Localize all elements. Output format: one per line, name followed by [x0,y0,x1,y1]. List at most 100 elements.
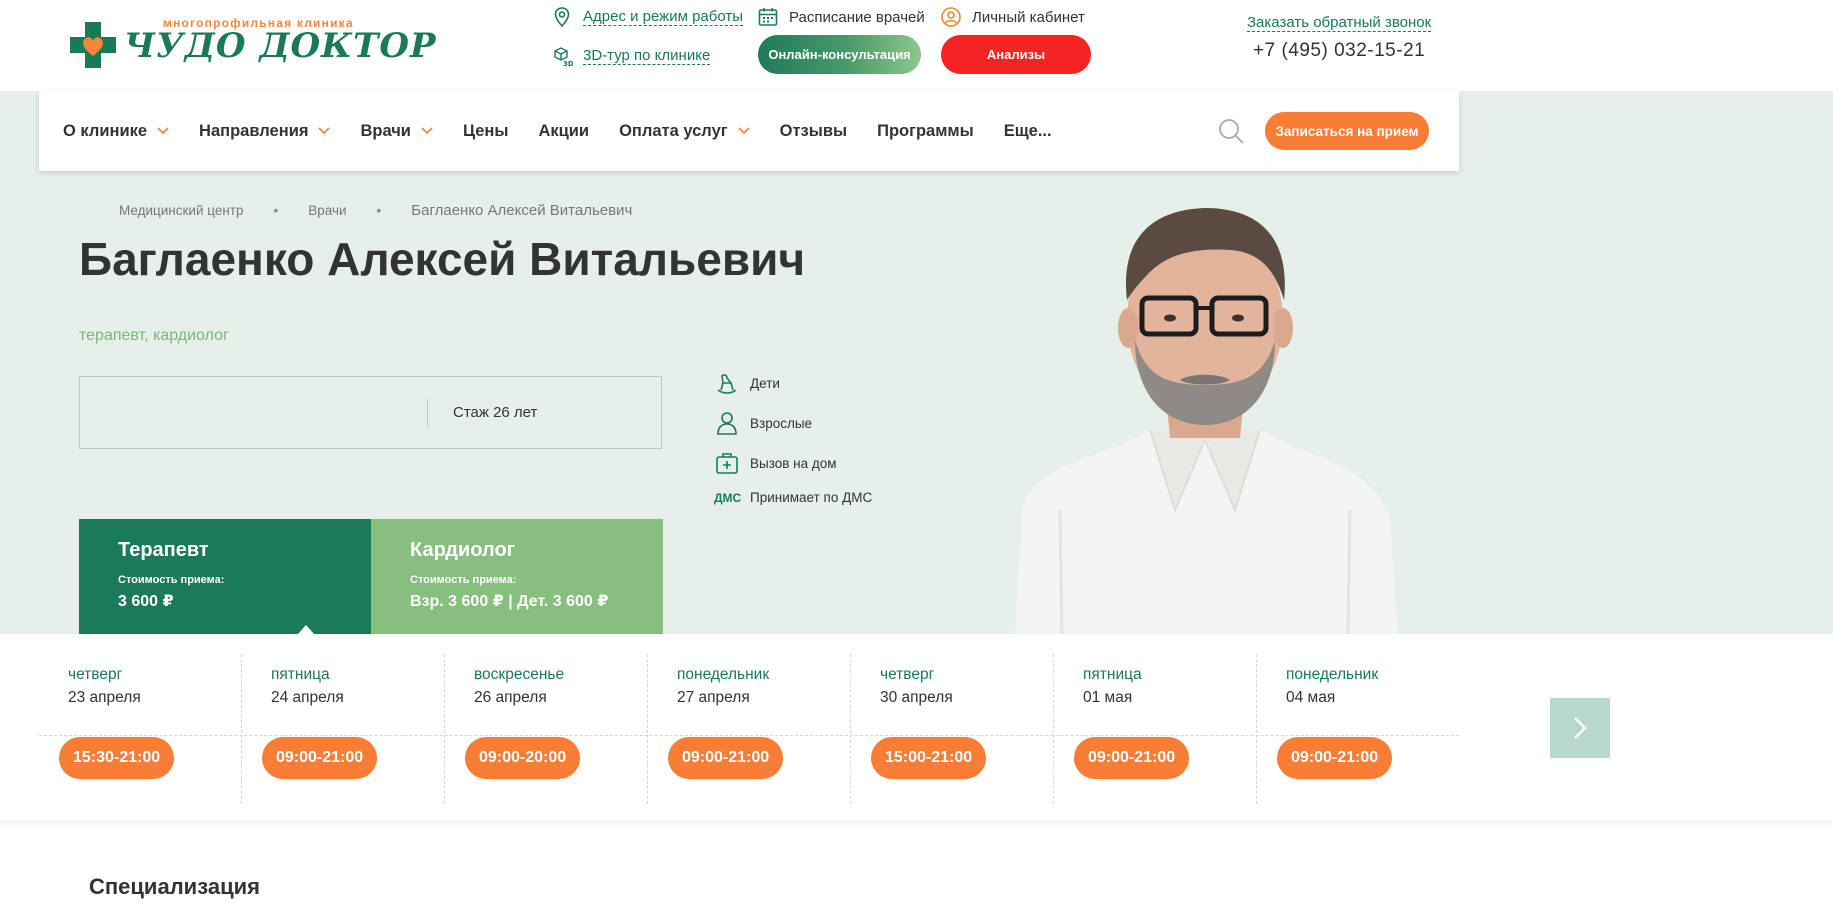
address-link-label: Адрес и режим работы [583,8,744,26]
nav-item-label: Еще... [1003,121,1052,140]
3d-tour-link[interactable]: 3D 3D-тур по клинике [551,45,711,67]
doctors-schedule-label: Расписание врачей [789,8,925,26]
nav-item-label: Программы [877,121,974,140]
time-slot-button[interactable]: 09:00-21:00 [262,737,378,779]
nav-item-label: О клинике [63,121,148,140]
nav-item-label: Врачи [360,121,411,140]
feature-label: Взрослые [750,415,813,431]
time-slot-button[interactable]: 09:00-21:00 [668,737,784,779]
book-appointment-button[interactable]: Записаться на прием [1265,112,1429,150]
doctors-schedule-link[interactable]: Расписание врачей [757,6,925,28]
schedule-next-button[interactable] [1550,698,1610,758]
schedule-day: понедельник 04 мая 09:00-21:00 [1257,654,1460,804]
schedule-row: четверг 23 апреля 15:30-21:00 пятница 24… [39,654,1459,804]
schedule-day: пятница 01 мая 09:00-21:00 [1054,654,1257,804]
day-weekday: пятница [1083,666,1142,683]
schedule-day: четверг 23 апреля 15:30-21:00 [39,654,242,804]
feature-label: Вызов на дом [750,455,837,471]
phone-number[interactable]: +7 (495) 032-15-21 [1253,40,1425,62]
search-icon[interactable] [1217,117,1245,145]
breadcrumb-item[interactable]: Врачи [308,203,346,218]
day-date: 27 апреля [677,689,750,706]
user-circle-icon [941,7,961,27]
personal-account-label: Личный кабинет [972,8,1085,26]
specialty-separator: , [144,327,153,344]
price-value: Взр. 3 600 ₽ | Дет. 3 600 ₽ [410,593,609,610]
nav-item-label: Оплата услуг [619,121,728,140]
medical-kit-icon [716,453,738,474]
breadcrumb-separator: • [376,203,382,218]
schedule-day: пятница 24 апреля 09:00-21:00 [242,654,445,804]
nav-item-label: Цены [462,121,509,140]
specialty-link[interactable]: терапевт [79,327,144,344]
adult-person-icon [717,412,737,435]
clinic-logo[interactable]: многопрофильная клиника ЧУДО ДОКТОР [68,16,436,72]
nav-item-prices[interactable]: Цены [463,122,509,141]
nav-item-label: Отзывы [779,121,848,140]
time-slot-button[interactable]: 09:00-21:00 [1074,737,1190,779]
chevron-down-icon [318,127,331,135]
svg-text:3D: 3D [563,60,573,67]
site-header: многопрофильная клиника ЧУДО ДОКТОР Адре… [0,0,1833,91]
personal-account-link[interactable]: Личный кабинет [940,6,1085,28]
day-weekday: четверг [68,666,123,683]
day-weekday: понедельник [1286,666,1379,683]
nav-item-programs[interactable]: Программы [877,122,974,141]
price-value: 3 600 ₽ [118,593,174,610]
feature-dms: ДМС Принимает по ДМС [714,490,872,505]
calendar-icon [758,8,778,26]
feature-label: Дети [750,375,780,391]
schedule-day: понедельник 27 апреля 09:00-21:00 [648,654,851,804]
nav-item-label: Направления [199,121,309,140]
nav-item-more[interactable]: Еще... [1004,122,1052,141]
page-title: Баглаенко Алексей Витальевич [79,233,806,285]
time-slot-button[interactable]: 09:00-21:00 [1277,737,1393,779]
day-date: 01 мая [1083,689,1133,706]
day-date: 24 апреля [271,689,344,706]
dms-badge: ДМС [714,490,742,505]
day-date: 04 мая [1286,689,1336,706]
experience-box: Стаж 26 лет [79,376,662,449]
day-weekday: пятница [271,666,330,683]
chevron-right-icon [1574,717,1587,739]
schedule-day: четверг 30 апреля 15:00-21:00 [851,654,1054,804]
breadcrumb-separator: • [273,203,279,218]
callback-link[interactable]: Заказать обратный звонок [1247,14,1432,32]
price-label: Стоимость приема: [410,574,517,586]
experience-text: Стаж 26 лет [453,404,538,421]
time-slot-button[interactable]: 15:00-21:00 [871,737,987,779]
address-link[interactable]: Адрес и режим работы [551,6,744,28]
day-weekday: понедельник [677,666,770,683]
feature-children: Дети [714,370,780,396]
doctor-photo [1015,208,1398,634]
rocking-horse-icon [717,374,737,394]
tests-button[interactable]: Анализы [941,35,1091,74]
nav-item-label: Акции [538,121,590,140]
nav-item-about[interactable]: О клинике [63,122,169,141]
online-consultation-button[interactable]: Онлайн-консультация [758,35,921,74]
specialty-list: терапевт, кардиолог [79,327,229,345]
chevron-down-icon [421,127,433,135]
3d-tour-label: 3D-тур по клинике [583,47,711,65]
price-tab-therapist[interactable]: Терапевт Стоимость приема: 3 600 ₽ [79,519,371,635]
nav-item-doctors[interactable]: Врачи [360,121,433,141]
breadcrumb-item[interactable]: Медицинский центр [119,203,243,218]
nav-item-directions[interactable]: Направления [199,121,331,141]
time-slot-button[interactable]: 15:30-21:00 [59,737,175,779]
day-weekday: четверг [880,666,935,683]
specialty-link[interactable]: кардиолог [153,327,229,344]
nav-item-payment[interactable]: Оплата услуг [619,122,750,141]
price-label: Стоимость приема: [118,574,225,586]
feature-label: Принимает по ДМС [750,490,873,505]
nav-item-promotions[interactable]: Акции [538,122,589,141]
schedule-day: воскресенье 26 апреля 09:00-20:00 [445,654,648,804]
price-tab-cardiologist[interactable]: Кардиолог Стоимость приема: Взр. 3 600 ₽… [371,519,663,634]
logo-name: ЧУДО ДОКТОР [124,26,437,66]
breadcrumb: Медицинский центр • Врачи • Баглаенко Ал… [119,202,632,219]
day-date: 23 апреля [68,689,141,706]
time-slot-button[interactable]: 09:00-20:00 [465,737,581,779]
nav-item-reviews[interactable]: Отзывы [780,122,847,141]
cross-heart-logo-icon [70,22,116,68]
day-date: 30 апреля [880,689,953,706]
experience-divider [427,399,428,427]
